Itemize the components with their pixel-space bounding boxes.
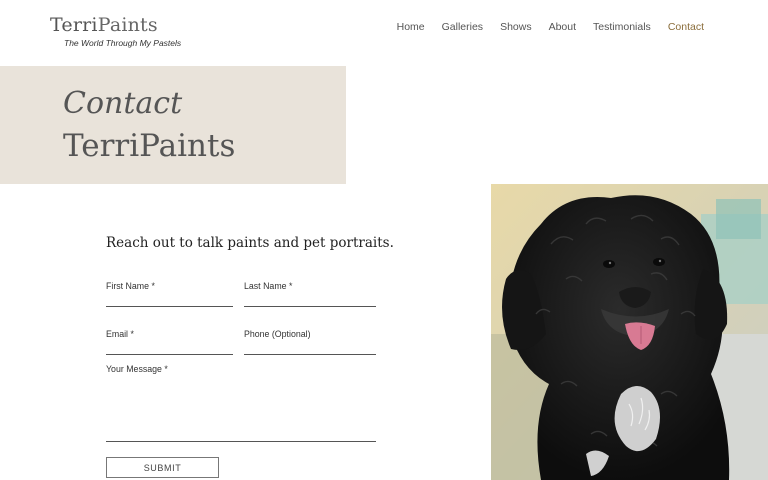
phone-field: Phone (Optional): [244, 329, 376, 355]
brand-tagline: The World Through My Pastels: [64, 38, 182, 48]
nav-about[interactable]: About: [549, 21, 576, 33]
phone-underline: [244, 354, 376, 355]
last-name-label: Last Name *: [244, 281, 293, 291]
last-name-field: Last Name *: [244, 281, 376, 307]
brand-name: TerriPaints: [50, 14, 181, 36]
nav-testimonials[interactable]: Testimonials: [593, 21, 651, 33]
main-nav: Home Galleries Shows About Testimonials …: [397, 21, 704, 33]
site-logo[interactable]: TerriPaints The World Through My Pastels: [50, 14, 181, 48]
first-name-underline: [106, 306, 233, 307]
first-name-label: First Name *: [106, 281, 155, 291]
message-input[interactable]: [106, 378, 376, 440]
message-field: Your Message *: [106, 364, 376, 442]
phone-label: Phone (Optional): [244, 329, 311, 339]
nav-shows[interactable]: Shows: [500, 21, 532, 33]
first-name-input[interactable]: [106, 293, 233, 305]
brand-name-part2: Paints: [97, 14, 158, 36]
dog-portrait-image: [491, 184, 768, 480]
submit-button[interactable]: SUBMIT: [106, 457, 219, 478]
email-label: Email *: [106, 329, 134, 339]
email-input[interactable]: [106, 341, 233, 353]
last-name-input[interactable]: [244, 293, 376, 305]
nav-contact[interactable]: Contact: [668, 21, 704, 33]
hero-banner: Contact TerriPaints: [0, 66, 346, 184]
message-underline: [106, 441, 376, 442]
email-underline: [106, 354, 233, 355]
last-name-underline: [244, 306, 376, 307]
nav-home[interactable]: Home: [397, 21, 425, 33]
form-intro: Reach out to talk paints and pet portrai…: [106, 235, 394, 251]
brand-name-part1: Terri: [50, 14, 98, 36]
first-name-field: First Name *: [106, 281, 233, 307]
phone-input[interactable]: [244, 341, 376, 353]
nav-galleries[interactable]: Galleries: [442, 21, 483, 33]
hero-title-line2: TerriPaints: [63, 128, 236, 164]
email-field: Email *: [106, 329, 233, 355]
hero-title-line1: Contact: [63, 86, 183, 121]
message-label: Your Message *: [106, 364, 168, 374]
